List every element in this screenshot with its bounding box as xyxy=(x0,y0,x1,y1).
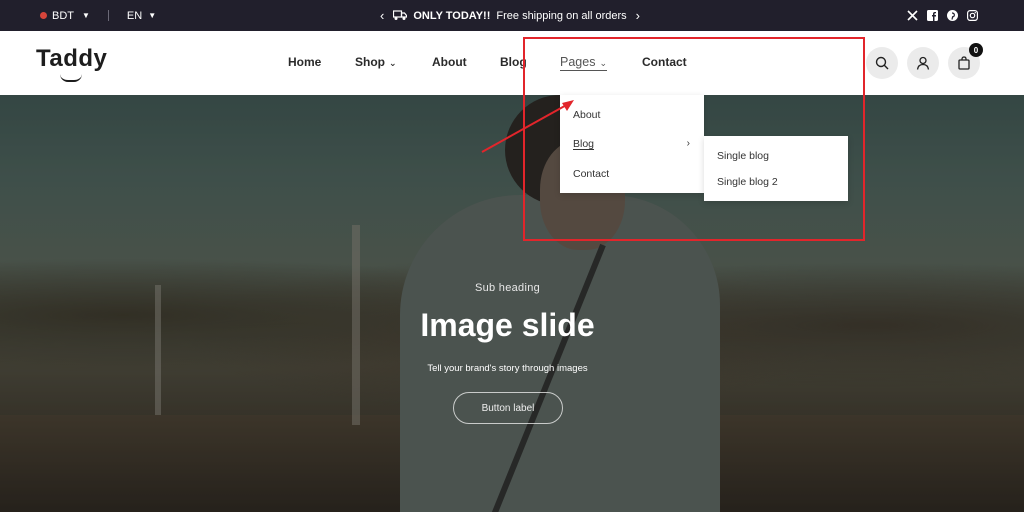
nav-home[interactable]: Home xyxy=(288,55,321,69)
nav-shop-label: Shop xyxy=(355,55,385,69)
announcement-bold: ONLY TODAY!! xyxy=(413,9,491,22)
annotation-highlight-box xyxy=(523,37,865,241)
hero-content: Sub heading Image slide Tell your brand'… xyxy=(0,95,1024,512)
cart-count-badge: 0 xyxy=(969,43,983,57)
language-selector[interactable]: EN ▼ xyxy=(127,10,156,22)
announcement-message: ONLY TODAY!! Free shipping on all orders xyxy=(393,9,627,22)
hero-text: Tell your brand's story through images xyxy=(427,363,588,374)
hero-sub-heading: Sub heading xyxy=(474,282,541,294)
cart-button[interactable]: 0 xyxy=(948,43,983,79)
flag-icon xyxy=(40,12,47,19)
user-icon xyxy=(916,56,930,70)
chevron-down-icon: ▼ xyxy=(82,11,90,20)
site-header: Taddy Home Shop ⌄ About Blog Pages ⌄ Conta… xyxy=(0,31,1024,95)
prev-announcement-button[interactable]: ‹ xyxy=(380,8,384,23)
x-icon[interactable] xyxy=(906,10,918,22)
hero-button[interactable]: Button label xyxy=(453,392,563,424)
pinterest-icon[interactable] xyxy=(946,10,958,22)
announcement-carousel: ‹ ONLY TODAY!! Free shipping on all orde… xyxy=(380,0,640,31)
locale-selectors: BDT ▼ EN ▼ xyxy=(40,0,156,31)
account-button[interactable] xyxy=(907,47,939,79)
language-label: EN xyxy=(126,9,143,22)
currency-selector[interactable]: BDT ▼ xyxy=(40,10,90,22)
search-button[interactable] xyxy=(866,47,898,79)
chevron-down-icon: ⌄ xyxy=(389,58,397,68)
currency-label: BDT xyxy=(52,9,74,22)
instagram-icon[interactable] xyxy=(966,10,978,22)
search-icon xyxy=(875,56,889,70)
divider xyxy=(107,10,109,21)
announcement-text: Free shipping on all orders xyxy=(496,9,627,22)
chevron-down-icon: ▼ xyxy=(148,11,157,20)
shopping-bag-icon xyxy=(958,56,970,70)
nav-shop[interactable]: Shop ⌄ xyxy=(355,55,397,69)
facebook-icon[interactable] xyxy=(926,10,938,22)
social-links xyxy=(906,0,978,31)
next-announcement-button[interactable]: › xyxy=(636,8,640,23)
hero-title: Image slide xyxy=(420,307,595,343)
truck-icon xyxy=(393,10,408,20)
nav-about[interactable]: About xyxy=(432,55,467,69)
announcement-bar: BDT ▼ EN ▼ ‹ ONLY TODAY!! Free shipping … xyxy=(0,0,1024,31)
hero-slide: Sub heading Image slide Tell your brand'… xyxy=(0,95,1024,512)
